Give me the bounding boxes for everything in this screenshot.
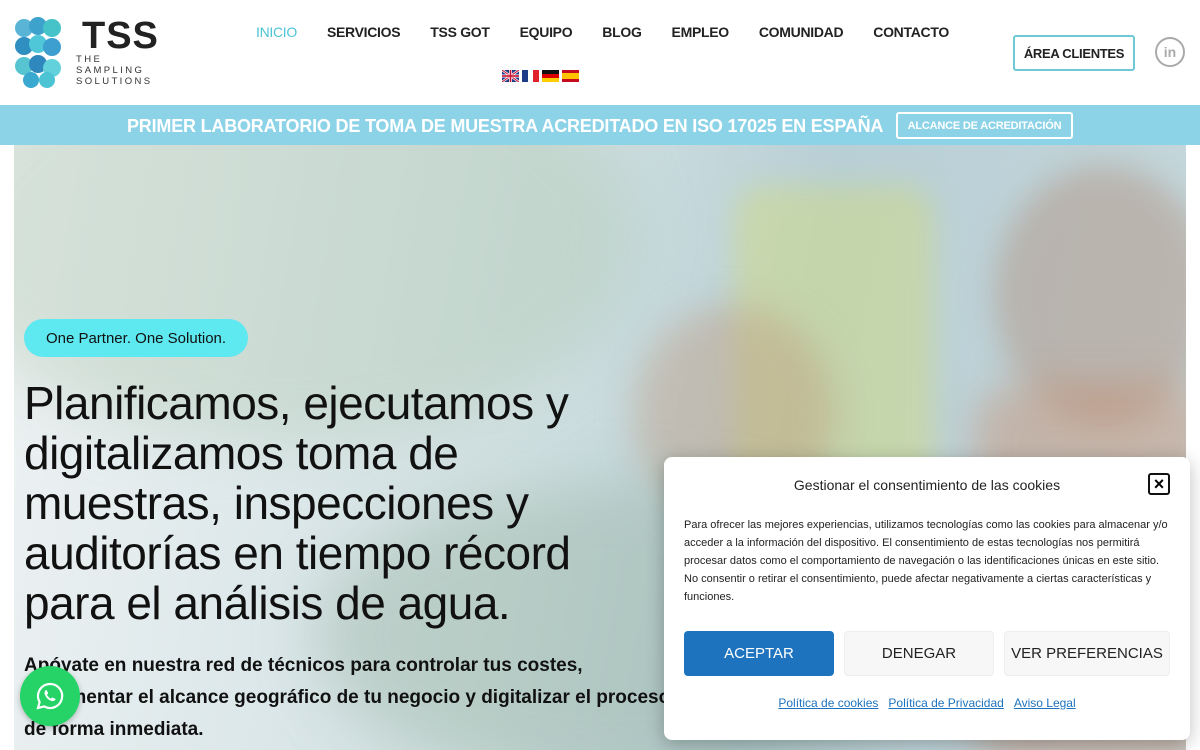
whatsapp-button[interactable] [20, 666, 80, 726]
logo-wordmark: TSS [82, 15, 159, 57]
logo-tagline-line: SOLUTIONS [76, 76, 153, 87]
logo-tagline-line: THE [76, 54, 103, 65]
nav-item-blog[interactable]: BLOG [602, 24, 642, 40]
uk-flag-icon[interactable] [502, 70, 519, 82]
spain-flag-icon[interactable] [562, 70, 579, 82]
tss-logo[interactable]: TSS THE SAMPLING SOLUTIONS [14, 16, 164, 90]
client-area-button[interactable]: ÁREA CLIENTES [1013, 35, 1135, 71]
nav-item-servicios[interactable]: SERVICIOS [327, 24, 401, 40]
banner-text: PRIMER LABORATORIO DE TOMA DE MUESTRA AC… [127, 116, 884, 136]
main-nav: INICIO SERVICIOS TSS GOT EQUIPO BLOG EMP… [256, 24, 979, 40]
nav-item-comunidad[interactable]: COMUNIDAD [759, 24, 844, 40]
accreditation-scope-button[interactable]: ALCANCE DE ACREDITACIÓN [896, 112, 1073, 139]
site-header: TSS THE SAMPLING SOLUTIONS INICIO SERVIC… [0, 0, 1200, 105]
logo-mark-icon [15, 17, 61, 88]
privacy-policy-link[interactable]: Política de Privacidad [888, 696, 1003, 710]
nav-item-tss-got[interactable]: TSS GOT [430, 24, 490, 40]
whatsapp-icon [36, 682, 64, 710]
germany-flag-icon[interactable] [542, 70, 559, 82]
nav-item-contacto[interactable]: CONTACTO [873, 24, 949, 40]
france-flag-icon[interactable] [522, 70, 539, 82]
nav-item-empleo[interactable]: EMPLEO [672, 24, 730, 40]
cookie-consent-dialog: Gestionar el consentimiento de las cooki… [664, 457, 1190, 740]
logo-tagline: THE SAMPLING SOLUTIONS [76, 54, 153, 87]
nav-item-inicio[interactable]: INICIO [256, 24, 297, 40]
hero-headline: Planificamos, ejecutamos y digitalizamos… [24, 377, 571, 629]
logo-tagline-line: SAMPLING [76, 65, 145, 76]
nav-item-equipo[interactable]: EQUIPO [520, 24, 573, 40]
cookie-policy-link[interactable]: Política de cookies [778, 696, 878, 710]
cookie-title: Gestionar el consentimiento de las cooki… [793, 477, 1061, 493]
tagline-pill: One Partner. One Solution. [24, 319, 248, 357]
cookie-policy-links: Política de cookies Política de Privacid… [664, 696, 1190, 710]
view-preferences-button[interactable]: VER PREFERENCIAS [1004, 631, 1170, 676]
close-icon[interactable]: × [1148, 473, 1170, 495]
legal-notice-link[interactable]: Aviso Legal [1014, 696, 1076, 710]
language-switcher [502, 70, 579, 82]
accreditation-banner: PRIMER LABORATORIO DE TOMA DE MUESTRA AC… [0, 105, 1200, 145]
hero-subhead: Apóyate en nuestra red de técnicos para … [24, 655, 671, 740]
cookie-description: Para ofrecer las mejores experiencias, u… [684, 519, 1168, 603]
accept-cookies-button[interactable]: ACEPTAR [684, 631, 834, 676]
deny-cookies-button[interactable]: DENEGAR [844, 631, 994, 676]
linkedin-icon[interactable]: in [1155, 37, 1185, 67]
